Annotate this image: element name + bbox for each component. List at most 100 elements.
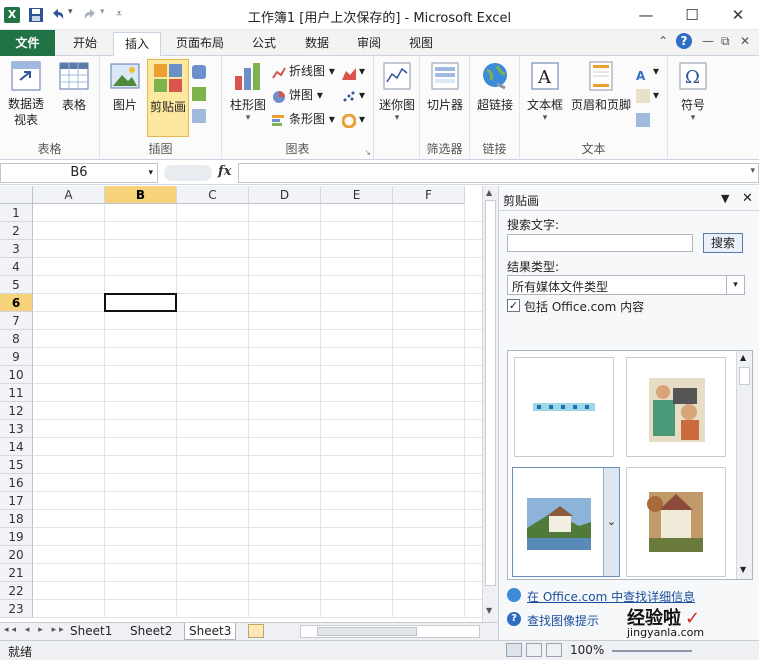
column-header-b[interactable]: B xyxy=(105,186,177,204)
normal-view-icon[interactable] xyxy=(506,643,522,657)
results-scroll-down-icon[interactable]: ▼ xyxy=(740,565,746,574)
horizontal-scrollbar[interactable] xyxy=(300,625,480,638)
textbox-button[interactable]: A 文本框 ▾ xyxy=(524,60,566,123)
clipart-thumb-2[interactable] xyxy=(626,357,726,457)
name-box-dropdown-icon[interactable]: ▾ xyxy=(148,164,153,182)
row-header-6[interactable]: 6 xyxy=(0,294,33,312)
row-header-4[interactable]: 4 xyxy=(0,258,33,276)
maximize-button[interactable]: ☐ xyxy=(672,2,712,28)
search-input[interactable] xyxy=(507,234,693,252)
insert-function-icon[interactable]: fx xyxy=(218,164,231,179)
column-header-d[interactable]: D xyxy=(249,186,321,204)
sheet-nav-arrows-icon[interactable]: ◂◂ ◂ ▸ ▸▸ xyxy=(4,625,67,635)
close-button[interactable]: ✕ xyxy=(718,2,758,28)
column-header-a[interactable]: A xyxy=(33,186,105,204)
search-button[interactable]: 搜索 xyxy=(703,233,743,253)
column-header-e[interactable]: E xyxy=(321,186,393,204)
minimize-button[interactable]: — xyxy=(626,2,666,28)
tab-formulas[interactable]: 公式 xyxy=(240,32,288,56)
area-chart-icon[interactable]: ▾ xyxy=(342,60,365,82)
row-header-23[interactable]: 23 xyxy=(0,600,33,618)
symbol-button[interactable]: Ω 符号 ▾ xyxy=(672,60,714,123)
sheet-tab-2[interactable]: Sheet2 xyxy=(126,623,176,640)
sheet-tab-3[interactable]: Sheet3 xyxy=(184,623,237,640)
row-header-14[interactable]: 14 xyxy=(0,438,33,456)
image-tips-link[interactable]: 查找图像提示 xyxy=(527,612,599,629)
more-on-office-link[interactable]: 在 Office.com 中查找详细信息 xyxy=(527,588,695,605)
row-header-12[interactable]: 12 xyxy=(0,402,33,420)
scroll-thumb[interactable] xyxy=(485,200,496,586)
pivot-table-button[interactable]: 数据透视表 xyxy=(4,60,48,128)
column-header-c[interactable]: C xyxy=(177,186,249,204)
row-header-19[interactable]: 19 xyxy=(0,528,33,546)
select-all-corner[interactable] xyxy=(0,186,33,204)
row-header-9[interactable]: 9 xyxy=(0,348,33,366)
slicer-button[interactable]: 切片器 xyxy=(424,60,466,113)
zoom-slider[interactable] xyxy=(612,650,692,652)
tab-view[interactable]: 视图 xyxy=(397,32,445,56)
row-header-3[interactable]: 3 xyxy=(0,240,33,258)
formula-bar-resizer[interactable] xyxy=(164,165,212,181)
sheet-vertical-scrollbar[interactable]: ▲ ▼ xyxy=(482,186,498,622)
tab-review[interactable]: 审阅 xyxy=(345,32,393,56)
sparkline-button[interactable]: 迷你图 ▾ xyxy=(378,60,416,123)
tab-home[interactable]: 开始 xyxy=(62,32,108,56)
column-chart-button[interactable]: 柱形图 ▾ xyxy=(226,60,270,123)
clipart-thumb-4[interactable] xyxy=(626,467,726,577)
page-break-view-icon[interactable] xyxy=(546,643,562,657)
bar-chart-button[interactable]: 条形图 ▾ xyxy=(272,108,335,130)
row-header-2[interactable]: 2 xyxy=(0,222,33,240)
result-type-select[interactable]: 所有媒体文件类型 ▾ xyxy=(507,275,745,295)
zoom-level[interactable]: 100% xyxy=(570,643,604,657)
table-button[interactable]: 表格 xyxy=(54,60,94,113)
row-header-7[interactable]: 7 xyxy=(0,312,33,330)
line-chart-button[interactable]: 折线图 ▾ xyxy=(272,60,335,82)
signature-line-icon[interactable]: ▾ xyxy=(636,84,659,106)
hyperlink-button[interactable]: 超链接 xyxy=(474,60,516,113)
selected-cell-b6[interactable] xyxy=(104,293,177,312)
page-layout-view-icon[interactable] xyxy=(526,643,542,657)
hscroll-thumb[interactable] xyxy=(317,627,417,636)
tab-page-layout[interactable]: 页面布局 xyxy=(168,32,232,56)
row-header-22[interactable]: 22 xyxy=(0,582,33,600)
row-header-15[interactable]: 15 xyxy=(0,456,33,474)
worksheet-grid[interactable]: ABCDEF 1 2 3 4 5 6 7 8 9 10 11 12 13 14 15 16 17 18 19 20 21… xyxy=(0,186,482,622)
help-icon[interactable]: ? xyxy=(676,33,692,49)
workbook-minimize-icon[interactable]: — xyxy=(702,34,714,48)
picture-button[interactable]: 图片 xyxy=(106,60,144,113)
row-header-18[interactable]: 18 xyxy=(0,510,33,528)
formula-expand-icon[interactable]: ▾ xyxy=(750,166,755,176)
results-scrollbar[interactable]: ▲ ▼ xyxy=(736,351,752,579)
scatter-chart-icon[interactable]: ▾ xyxy=(342,84,365,106)
sheet-tab-1[interactable]: Sheet1 xyxy=(66,623,116,640)
results-scroll-thumb[interactable] xyxy=(739,367,750,385)
wordart-icon[interactable]: A ▾ xyxy=(636,60,659,83)
charts-dialog-launcher-icon[interactable]: ↘ xyxy=(364,148,371,157)
row-header-8[interactable]: 8 xyxy=(0,330,33,348)
pie-chart-button[interactable]: 饼图 ▾ xyxy=(272,84,323,106)
column-header-f[interactable]: F xyxy=(393,186,465,204)
workbook-close-icon[interactable]: ✕ xyxy=(740,34,750,48)
row-header-10[interactable]: 10 xyxy=(0,366,33,384)
row-header-1[interactable]: 1 xyxy=(0,204,33,222)
workbook-restore-icon[interactable]: ⧉ xyxy=(721,34,730,49)
row-header-16[interactable]: 16 xyxy=(0,474,33,492)
clipart-thumb-3[interactable]: ⌄ xyxy=(512,467,620,577)
name-box[interactable]: B6 ▾ xyxy=(0,163,158,183)
result-type-dropdown-icon[interactable]: ▾ xyxy=(726,276,744,294)
row-header-13[interactable]: 13 xyxy=(0,420,33,438)
row-header-17[interactable]: 17 xyxy=(0,492,33,510)
row-header-20[interactable]: 20 xyxy=(0,546,33,564)
tab-data[interactable]: 数据 xyxy=(293,32,341,56)
smartart-icon[interactable] xyxy=(192,82,209,104)
thumb-menu-dropdown-icon[interactable]: ⌄ xyxy=(603,468,619,576)
header-footer-button[interactable]: 页眉和页脚 xyxy=(570,60,632,113)
tab-insert[interactable]: 插入 xyxy=(113,32,161,57)
formula-input[interactable] xyxy=(238,163,759,183)
pane-close-icon[interactable]: ✕ xyxy=(742,191,753,206)
include-office-checkbox[interactable]: ✓ xyxy=(507,299,520,312)
pane-options-icon[interactable]: ▼ xyxy=(721,192,729,205)
row-header-21[interactable]: 21 xyxy=(0,564,33,582)
clipart-button[interactable]: 剪贴画 xyxy=(147,59,189,137)
tab-file[interactable]: 文件 xyxy=(0,30,55,56)
